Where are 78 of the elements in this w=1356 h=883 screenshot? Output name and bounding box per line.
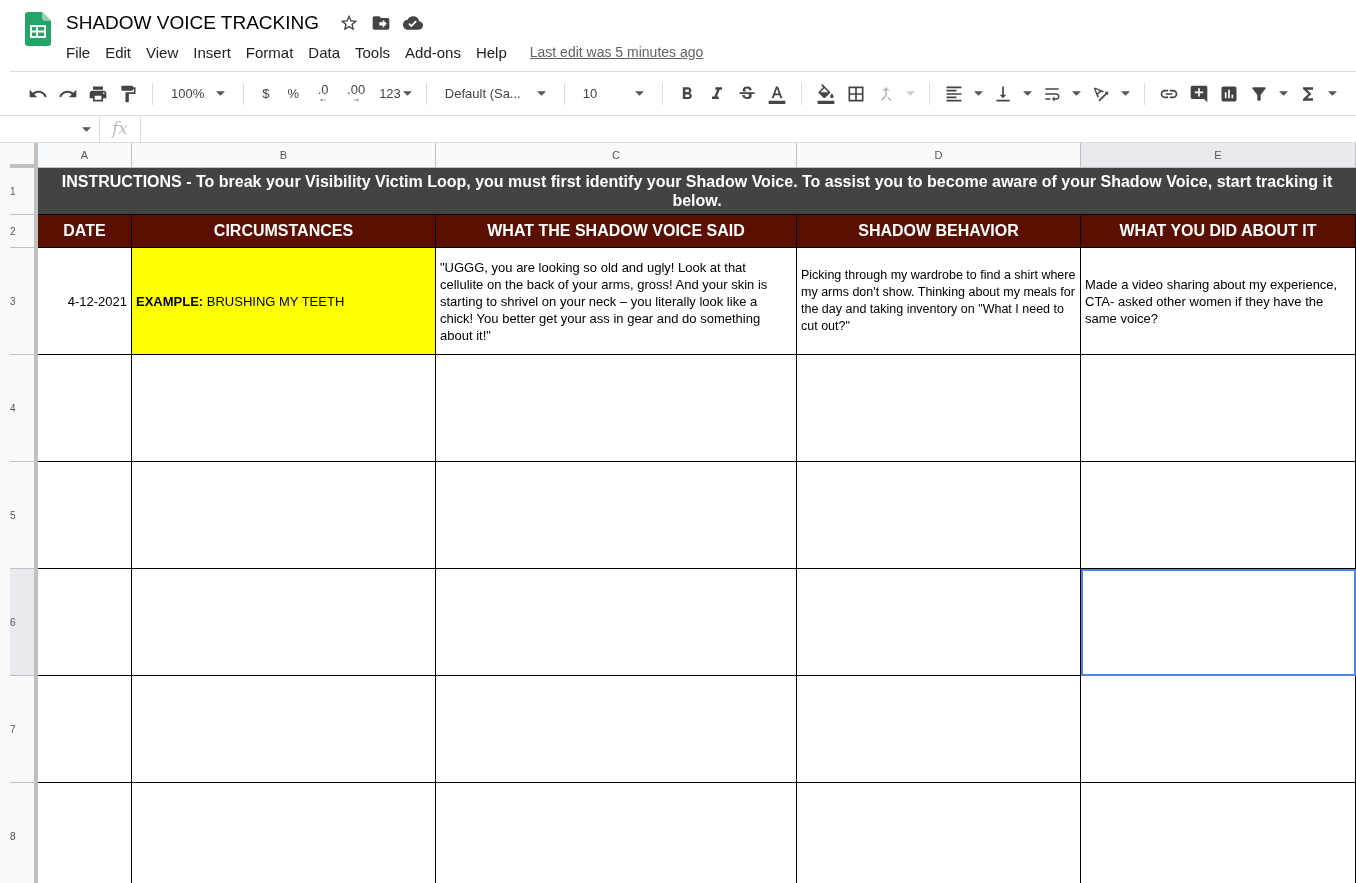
menu-item[interactable]: File: [66, 41, 91, 64]
shadow-voice-cell: "UGGG, you are looking so old and ugly! Look at that cellulite on the back of your arms, gross! And your skin is starting to shrivel on your neck – you literally look like a chick! You better get your ass in gear and do something about it!": [436, 248, 797, 355]
caret-icon: [82, 126, 91, 132]
row-header[interactable]: 8: [10, 783, 38, 883]
column-heading: WHAT THE SHADOW VOICE SAID: [436, 215, 797, 248]
grid-cell[interactable]: [797, 462, 1081, 569]
row-header[interactable]: 4: [10, 355, 38, 462]
menu-item[interactable]: Data: [308, 41, 340, 64]
menu-item[interactable]: Add-ons: [405, 41, 461, 64]
grid-cell[interactable]: [797, 355, 1081, 462]
column-heading: CIRCUMSTANCES: [132, 215, 436, 248]
caret-icon: [402, 91, 412, 96]
column-header[interactable]: C: [436, 143, 797, 168]
grid-cell[interactable]: [436, 569, 797, 676]
caret-icon[interactable]: [1072, 91, 1082, 96]
grid-cell[interactable]: [132, 569, 436, 676]
font-dropdown[interactable]: Default (Sa...: [440, 83, 550, 104]
column-header[interactable]: D: [797, 143, 1081, 168]
menu-item[interactable]: View: [146, 41, 179, 64]
column-header[interactable]: E: [1081, 143, 1356, 168]
action-cell: Made a video sharing about my experience, CTA- asked other women if they have the same voice?: [1081, 248, 1356, 355]
circumstances-cell: EXAMPLE: BRUSHING MY TEETH: [132, 248, 436, 355]
grid-cell[interactable]: [38, 676, 132, 783]
grid-cell[interactable]: [132, 676, 436, 783]
row-header[interactable]: 3: [10, 248, 38, 355]
row-header[interactable]: 7: [10, 676, 38, 783]
grid-cell[interactable]: [797, 676, 1081, 783]
spreadsheet-logo-icon[interactable]: [25, 12, 51, 46]
caret-icon: [635, 91, 645, 96]
column-heading: DATE: [38, 215, 132, 248]
grid-cell[interactable]: [436, 676, 797, 783]
caret-icon: [216, 91, 226, 96]
caret-icon[interactable]: [1023, 91, 1033, 96]
grid-cell[interactable]: [1081, 676, 1356, 783]
last-edit-link[interactable]: Last edit was 5 minutes ago: [529, 42, 704, 64]
decrease-decimals-button[interactable]: .0: [313, 83, 334, 104]
menu-item[interactable]: Help: [475, 41, 507, 64]
caret-icon[interactable]: [1121, 91, 1131, 96]
percent-button[interactable]: %: [283, 83, 304, 104]
row-header[interactable]: 1: [10, 168, 38, 215]
row-header[interactable]: 2: [10, 215, 38, 248]
behavior-cell: Picking through my wardrobe to find a shirt where my arms don't show. Thinking about my meals for the day and taking inventory on "What I need to cut out?": [797, 248, 1081, 355]
menu-item[interactable]: Tools: [355, 41, 391, 64]
document-title[interactable]: SHADOW VOICE TRACKING: [66, 9, 319, 38]
caret-icon[interactable]: [974, 91, 984, 96]
increase-decimals-button[interactable]: .00: [343, 83, 370, 104]
zoom-dropdown[interactable]: 100%: [167, 83, 230, 104]
grid-cell[interactable]: [38, 569, 132, 676]
grid-cell[interactable]: [1081, 462, 1356, 569]
instructions-cell: INSTRUCTIONS - To break your Visibility Victim Loop, you must first identify your Shadow Voice. To assist you to become aware of your Shadow Voice, start tracking it below.: [38, 168, 1356, 215]
grid-cell[interactable]: [1081, 355, 1356, 462]
grid-cell[interactable]: [38, 462, 132, 569]
column-header[interactable]: A: [38, 143, 132, 168]
select-all-corner[interactable]: [10, 143, 38, 168]
column-header[interactable]: B: [132, 143, 436, 168]
caret-icon[interactable]: [1279, 91, 1289, 96]
menu-item[interactable]: Edit: [105, 41, 132, 64]
menu-item[interactable]: Insert: [193, 41, 231, 64]
menu-item[interactable]: Format: [245, 41, 294, 64]
row-header[interactable]: 5: [10, 462, 38, 569]
grid-cell[interactable]: [436, 462, 797, 569]
grid-cell[interactable]: [38, 355, 132, 462]
grid-cell[interactable]: [132, 462, 436, 569]
comment-icon[interactable]: [1189, 83, 1210, 104]
font-size-dropdown[interactable]: 10: [578, 83, 649, 104]
fill-color-icon[interactable]: [816, 83, 837, 104]
grid-cell[interactable]: [797, 569, 1081, 676]
column-heading: SHADOW BEHAVIOR: [797, 215, 1081, 248]
currency-button[interactable]: $: [258, 83, 274, 104]
column-heading: WHAT YOU DID ABOUT IT: [1081, 215, 1356, 248]
grid-cell[interactable]: [132, 355, 436, 462]
grid-cell[interactable]: [1081, 569, 1356, 676]
number-format-dropdown[interactable]: 123: [379, 83, 412, 104]
caret-icon: [536, 91, 546, 96]
paint-format-icon[interactable]: [118, 83, 138, 104]
grid-cell[interactable]: [436, 355, 797, 462]
caret-icon[interactable]: [1328, 91, 1338, 96]
row-header[interactable]: 6: [10, 569, 38, 676]
